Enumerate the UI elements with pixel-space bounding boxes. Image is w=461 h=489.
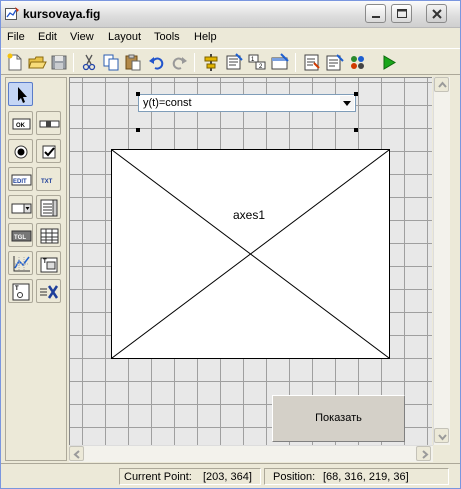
property-inspector-icon[interactable]	[325, 53, 345, 72]
vertical-scrollbar[interactable]	[433, 77, 450, 445]
activex-tool[interactable]	[36, 279, 61, 303]
edit-text-tool-label: EDIT	[13, 179, 27, 185]
maximize-button[interactable]	[391, 4, 412, 23]
selection-handle[interactable]	[354, 128, 358, 132]
toolbar: 12	[1, 48, 460, 75]
run-figure-icon[interactable]	[379, 53, 399, 72]
checkbox-tool[interactable]	[36, 139, 61, 163]
status-bar: Current Point: [203, 364] Position: [68,…	[1, 463, 460, 488]
button-group-tool[interactable]: T	[8, 279, 33, 303]
current-point-label: Current Point:	[124, 471, 192, 483]
show-button[interactable]: Показать	[272, 395, 405, 442]
selection-handle[interactable]	[354, 92, 358, 96]
menu-file[interactable]: File	[7, 31, 25, 43]
toolbar-editor-icon[interactable]	[270, 53, 290, 72]
position-value: [68, 316, 219, 36]	[323, 471, 409, 483]
window-title: kursovaya.fig	[23, 7, 101, 21]
save-icon[interactable]	[49, 53, 69, 72]
object-browser-icon[interactable]	[348, 53, 368, 72]
scroll-down-button[interactable]	[434, 428, 449, 443]
guide-window: kursovaya.fig File Edit View Layout Tool…	[0, 0, 461, 489]
toggle-button-tool-label: TGL	[14, 235, 26, 241]
radio-button-tool[interactable]	[8, 139, 33, 163]
menu-layout[interactable]: Layout	[108, 31, 141, 43]
axes-placeholder[interactable]: axes1	[111, 149, 390, 359]
scroll-right-button[interactable]	[416, 446, 431, 461]
undo-icon[interactable]	[147, 53, 167, 72]
svg-text:T: T	[15, 286, 19, 292]
popup-menu-tool[interactable]	[8, 195, 33, 219]
menu-bar: File Edit View Layout Tools Help	[1, 29, 460, 47]
copy-icon[interactable]	[101, 53, 121, 72]
redo-icon[interactable]	[169, 53, 189, 72]
panel-tool[interactable]: T	[36, 251, 61, 275]
close-button[interactable]	[426, 4, 447, 23]
selection-handle[interactable]	[136, 128, 140, 132]
new-figure-icon[interactable]	[5, 53, 25, 72]
open-file-icon[interactable]	[27, 53, 47, 72]
menu-edit[interactable]: Edit	[38, 31, 57, 43]
title-bar: kursovaya.fig	[1, 1, 460, 28]
static-text-tool-label: TXT	[41, 179, 53, 185]
position-label: Position:	[273, 471, 316, 483]
layout-canvas[interactable]: y(t)=const axes1 Показать	[69, 77, 432, 445]
svg-text:T: T	[43, 259, 47, 265]
axes-label: axes1	[233, 208, 266, 222]
align-objects-icon[interactable]	[201, 53, 221, 72]
toolbar-separator	[295, 53, 296, 72]
position-field: Position: [68, 316, 219, 36]	[264, 468, 449, 485]
scroll-left-button[interactable]	[69, 446, 84, 461]
static-text-tool[interactable]: TXT	[36, 167, 61, 191]
push-button-tool-label: OK	[16, 123, 26, 129]
component-palette: OK EDIT TXT TGL T T	[5, 77, 67, 461]
menu-view[interactable]: View	[70, 31, 94, 43]
toolbar-separator	[194, 53, 195, 72]
paste-icon[interactable]	[123, 53, 143, 72]
edit-text-tool[interactable]: EDIT	[8, 167, 33, 191]
slider-tool[interactable]	[36, 111, 61, 135]
select-tool[interactable]	[8, 82, 33, 106]
cut-icon[interactable]	[79, 53, 99, 72]
tab-order-editor-icon[interactable]: 12	[247, 53, 267, 72]
current-point-field: Current Point: [203, 364]	[119, 468, 261, 485]
current-point-value: [203, 364]	[203, 471, 252, 483]
push-button-tool[interactable]: OK	[8, 111, 33, 135]
popup-menu[interactable]: y(t)=const	[138, 94, 356, 112]
selection-handle[interactable]	[136, 92, 140, 96]
toggle-button-tool[interactable]: TGL	[8, 223, 33, 247]
menu-editor-icon[interactable]	[224, 53, 244, 72]
minimize-button[interactable]	[365, 4, 386, 23]
toolbar-separator	[73, 53, 74, 72]
figure-icon	[5, 7, 19, 20]
menu-tools[interactable]: Tools	[154, 31, 180, 43]
show-button-label: Показать	[315, 412, 362, 424]
horizontal-scrollbar[interactable]	[69, 445, 433, 462]
chevron-down-icon[interactable]	[340, 96, 354, 110]
axes-tool[interactable]	[8, 251, 33, 275]
table-tool[interactable]	[36, 223, 61, 247]
editor-icon[interactable]	[302, 53, 322, 72]
menu-help[interactable]: Help	[194, 31, 217, 43]
popup-menu-value: y(t)=const	[143, 97, 192, 109]
scroll-up-button[interactable]	[434, 77, 449, 92]
axes-cross-lines	[112, 150, 389, 358]
listbox-tool[interactable]	[36, 195, 61, 219]
